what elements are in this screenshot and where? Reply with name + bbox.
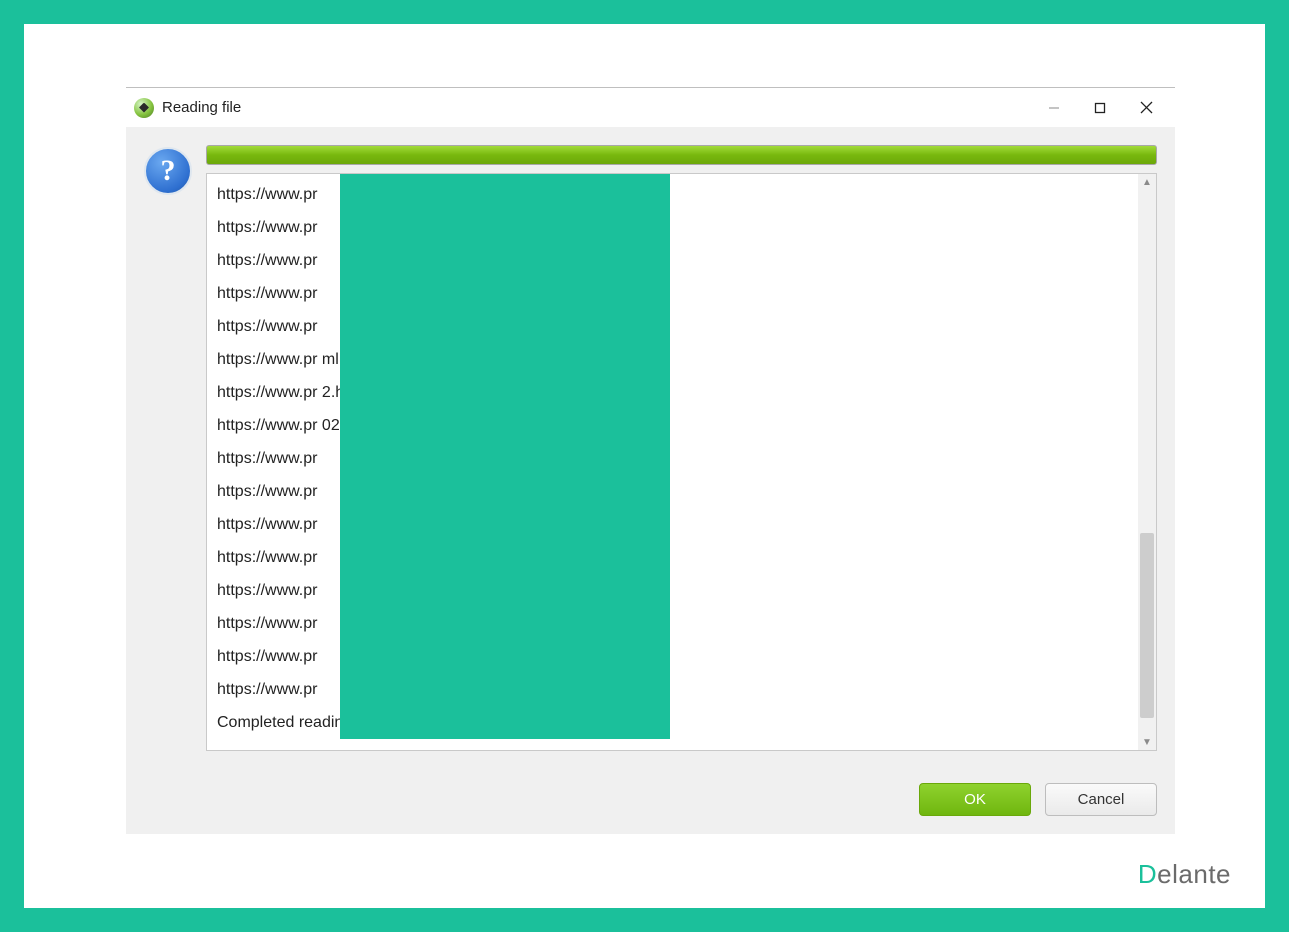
dialog-body: ? https://www.prhttps://www.prhttps://ww… bbox=[126, 127, 1175, 769]
log-output: https://www.prhttps://www.prhttps://www.… bbox=[206, 173, 1157, 751]
vertical-scrollbar[interactable]: ▲ ▼ bbox=[1138, 174, 1156, 750]
close-button[interactable] bbox=[1123, 93, 1169, 123]
question-info-icon: ? bbox=[144, 147, 192, 195]
scroll-up-arrow-icon[interactable]: ▲ bbox=[1138, 174, 1156, 190]
redaction-overlay bbox=[340, 174, 670, 739]
ok-button[interactable]: OK bbox=[919, 783, 1031, 816]
frog-app-icon bbox=[134, 98, 154, 118]
window-title: Reading file bbox=[162, 99, 241, 116]
maximize-button[interactable] bbox=[1077, 93, 1123, 123]
reading-file-dialog: Reading file ? https://www.prhttps://www bbox=[126, 87, 1175, 834]
dialog-button-row: OK Cancel bbox=[126, 769, 1175, 834]
progress-bar bbox=[206, 145, 1157, 165]
scrollbar-thumb[interactable] bbox=[1140, 533, 1154, 718]
brand-logo: Delante bbox=[1138, 859, 1231, 890]
minimize-button[interactable] bbox=[1031, 93, 1077, 123]
cancel-button[interactable]: Cancel bbox=[1045, 783, 1157, 816]
titlebar: Reading file bbox=[126, 87, 1175, 127]
scroll-down-arrow-icon[interactable]: ▼ bbox=[1138, 734, 1156, 750]
